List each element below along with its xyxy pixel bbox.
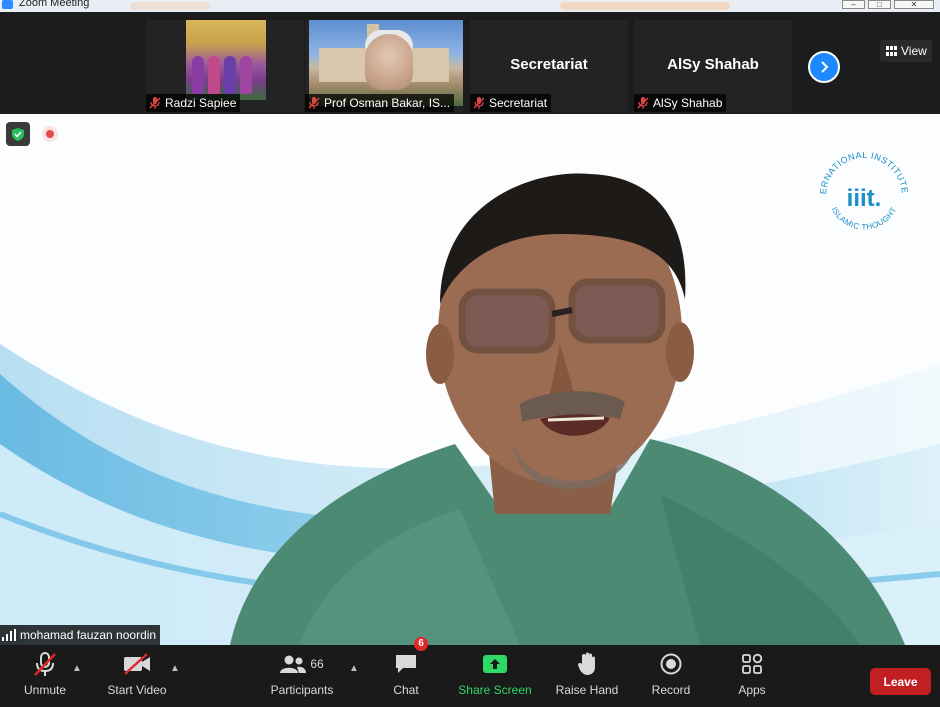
title-bar-decoration (560, 2, 730, 10)
record-button[interactable]: Record (648, 645, 694, 707)
participant-name: AlSy Shahab (653, 96, 723, 110)
participant-photo (186, 20, 266, 100)
participants-button[interactable]: 66 Participants (266, 645, 338, 707)
apps-label: Apps (738, 683, 766, 697)
participants-label: Participants (270, 683, 334, 697)
recording-indicator-icon (42, 126, 58, 142)
video-options-caret-icon[interactable]: ▲ (170, 663, 180, 674)
next-page-button[interactable] (808, 51, 840, 83)
participant-name: Secretariat (489, 96, 548, 110)
chat-unread-badge: 6 (414, 637, 428, 651)
video-off-icon (124, 653, 150, 675)
mic-muted-icon (636, 96, 650, 110)
maximize-button[interactable]: □ (868, 0, 891, 9)
raise-hand-button[interactable]: Raise Hand (554, 645, 620, 707)
participant-display-name: Secretariat (510, 56, 588, 73)
close-window-button[interactable]: ✕ (894, 0, 934, 9)
record-label: Record (651, 683, 691, 697)
audio-options-caret-icon[interactable]: ▲ (72, 663, 82, 674)
start-video-button[interactable]: Start Video (104, 645, 170, 707)
view-button[interactable]: View (880, 40, 932, 62)
title-bar: Zoom Meeting – □ ✕ (0, 0, 940, 12)
participant-name: Radzi Sapiee (165, 96, 237, 110)
mic-muted-icon (307, 96, 321, 110)
grid-view-icon (886, 46, 897, 56)
start-video-label: Start Video (107, 683, 167, 697)
chat-icon (396, 655, 416, 673)
participants-count: 66 (310, 657, 324, 671)
participant-name-tag: Prof Osman Bakar, IS... (305, 94, 455, 112)
iiit-logo: INTERNATIONAL INSTITUTE OF ISLAMIC THOUG… (812, 144, 910, 232)
view-label: View (901, 44, 927, 58)
svg-text:iiit.: iiit. (847, 185, 882, 212)
title-bar-decoration (130, 2, 210, 10)
raise-hand-label: Raise Hand (555, 683, 619, 697)
mic-muted-icon (472, 96, 486, 110)
participant-name-tag: Secretariat (470, 94, 552, 112)
encryption-shield-icon[interactable] (6, 122, 30, 146)
participant-name-tag: AlSy Shahab (634, 94, 727, 112)
chat-button[interactable]: 6 Chat (386, 637, 428, 707)
meeting-toolbar: Unmute ▲ Start Video ▲ 66 Participants ▲… (0, 637, 940, 707)
minimize-button[interactable]: – (842, 0, 865, 9)
zoom-meeting-window: Zoom Meeting – □ ✕ Radzi Sapiee Prof Osm… (0, 0, 940, 707)
unmute-button[interactable]: Unmute (14, 645, 76, 707)
participant-tile[interactable]: Prof Osman Bakar, IS... (305, 20, 463, 112)
leave-meeting-button[interactable]: Leave (870, 668, 931, 695)
apps-button[interactable]: Apps (732, 645, 772, 707)
record-icon (660, 653, 682, 675)
speaker-name-tag: mohamad fauzan noordin (0, 625, 161, 645)
participant-display-name: AlSy Shahab (667, 56, 759, 73)
active-speaker-video[interactable]: INTERNATIONAL INSTITUTE OF ISLAMIC THOUG… (0, 114, 940, 645)
speaker-name: mohamad fauzan noordin (20, 628, 157, 642)
participant-name-tag: Radzi Sapiee (146, 94, 241, 112)
share-screen-label: Share Screen (458, 683, 532, 697)
window-title: Zoom Meeting (19, 0, 90, 9)
raise-hand-icon (578, 652, 595, 675)
chat-label: Chat (393, 683, 419, 697)
zoom-app-icon (2, 0, 13, 9)
participants-options-caret-icon[interactable]: ▲ (349, 663, 359, 674)
participant-tile[interactable]: Radzi Sapiee (146, 20, 304, 112)
mic-muted-icon (148, 96, 162, 110)
participant-name: Prof Osman Bakar, IS... (324, 96, 451, 110)
participant-tile[interactable]: AlSy Shahab AlSy Shahab (634, 20, 792, 112)
share-screen-button[interactable]: Share Screen (456, 645, 534, 707)
participants-icon (280, 655, 307, 673)
apps-icon (742, 653, 763, 674)
gallery-strip: Radzi Sapiee Prof Osman Bakar, IS... Sec… (0, 12, 940, 114)
speaker-figure (230, 173, 905, 645)
share-screen-icon (483, 655, 507, 673)
mic-muted-icon (34, 652, 56, 676)
unmute-label: Unmute (23, 683, 67, 697)
signal-strength-icon (2, 629, 16, 641)
chevron-right-icon (821, 61, 829, 73)
participant-tile[interactable]: Secretariat Secretariat (470, 20, 628, 112)
